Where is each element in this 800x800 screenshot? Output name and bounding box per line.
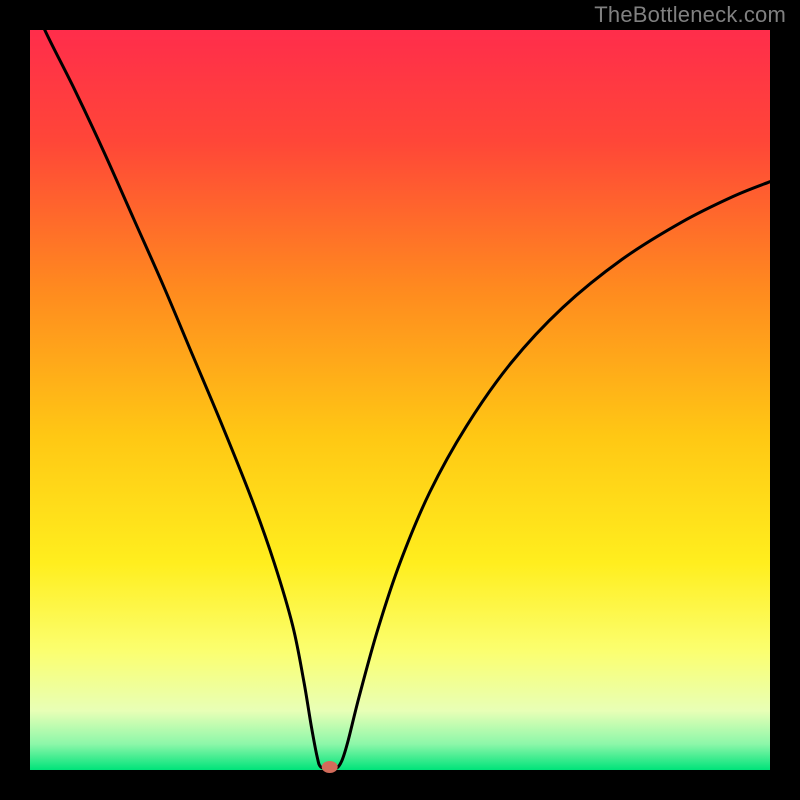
chart-background-gradient (30, 30, 770, 770)
bottleneck-chart (0, 0, 800, 800)
chart-container: TheBottleneck.com (0, 0, 800, 800)
watermark-text: TheBottleneck.com (594, 2, 786, 28)
minimum-marker (322, 761, 338, 773)
